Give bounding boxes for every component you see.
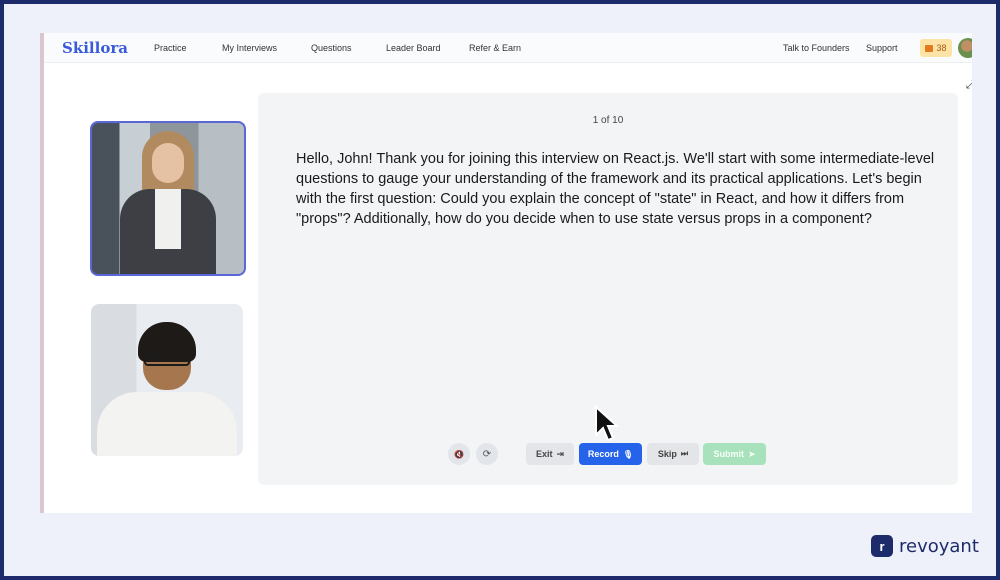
expand-icon[interactable]: ⤢ — [966, 79, 972, 92]
nav-link-support[interactable]: Support — [866, 43, 898, 53]
question-text: Hello, John! Thank you for joining this … — [296, 151, 935, 227]
exit-button[interactable]: Exit ⇥ — [526, 443, 574, 465]
skip-button[interactable]: Skip ⏭ — [647, 443, 699, 465]
mouse-cursor-icon — [595, 405, 618, 442]
revoyant-watermark: r revoyant — [871, 535, 979, 557]
skip-icon: ⏭ — [680, 449, 689, 458]
top-navbar: Skillora Practice My Interviews Question… — [44, 33, 972, 63]
speaker-muted-icon: 🔇 — [454, 449, 464, 459]
revoyant-logo-text: revoyant — [899, 535, 979, 557]
record-button[interactable]: Record 🎙 — [579, 443, 642, 465]
skip-label: Skip — [657, 449, 677, 459]
app-logo[interactable]: Skillora — [62, 39, 128, 57]
nav-link-refer-earn[interactable]: Refer & Earn — [469, 43, 521, 53]
nav-link-leader-board[interactable]: Leader Board — [386, 43, 441, 53]
refresh-icon: ⟳ — [482, 448, 492, 460]
coin-balance-badge[interactable]: 38 — [920, 39, 952, 57]
coin-count: 38 — [936, 43, 947, 53]
candidate-video — [91, 304, 243, 456]
record-label: Record — [587, 449, 619, 459]
nav-link-practice[interactable]: Practice — [154, 43, 187, 53]
app-window: Skillora Practice My Interviews Question… — [40, 33, 972, 513]
exit-icon: ⇥ — [556, 448, 565, 459]
coin-icon — [925, 44, 934, 52]
nav-link-my-interviews[interactable]: My Interviews — [222, 43, 277, 53]
microphone-icon: 🎙 — [622, 449, 634, 459]
revoyant-logo-icon: r — [871, 535, 893, 557]
refresh-button[interactable]: ⟳ — [476, 443, 498, 465]
nav-link-talk-to-founders[interactable]: Talk to Founders — [783, 43, 850, 53]
question-counter: 1 of 10 — [592, 115, 624, 126]
submit-label: Submit — [713, 449, 744, 459]
nav-link-questions[interactable]: Questions — [311, 43, 352, 53]
submit-button[interactable]: Submit ➤ — [703, 443, 766, 465]
user-avatar[interactable] — [958, 38, 972, 58]
mute-button[interactable]: 🔇 — [448, 443, 470, 465]
interviewer-video — [90, 121, 246, 276]
exit-label: Exit — [535, 449, 553, 459]
send-icon: ➤ — [747, 448, 756, 459]
